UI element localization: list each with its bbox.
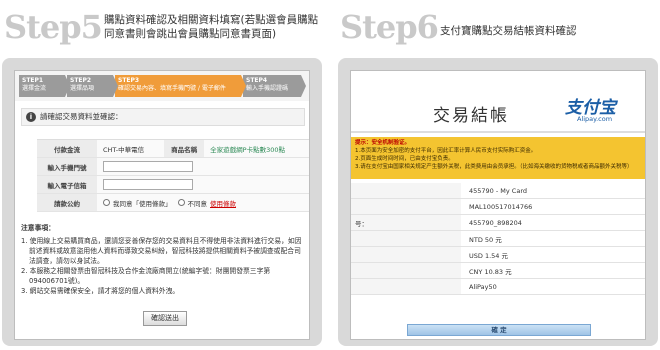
- product-label: 商品名稱: [164, 140, 205, 157]
- notice-box: 提示：安全机制验证。 1.本页面为安全加密的支付平台，因此汇率计算人民币支付实际…: [351, 137, 645, 179]
- step5-screenshot-frame: STEP1 選擇金流 STEP2 選擇品項 STEP3 確認交易內容、填寫手機門…: [2, 58, 322, 346]
- step-number: STEP4: [246, 77, 268, 84]
- confirm-prompt-bar: i 請確認交易資料並確認：: [21, 108, 305, 126]
- payment-label: 付款金流: [37, 140, 97, 157]
- step-label: 選擇品項: [70, 84, 95, 92]
- table-row: 号： 455790_898204: [351, 215, 645, 231]
- row-value: 455790 - My Card: [469, 186, 528, 195]
- step-number: STEP1: [22, 77, 44, 84]
- notes-section: 注意事項： 1. 使用線上交易購買商品，還請您妥善保存您的交易資料且不得使用非法…: [21, 223, 307, 296]
- alipay-checkout-page: 交易結帳 支付宝 Alipay.com 提示：安全机制验证。 1.本页面为安全加…: [350, 70, 646, 340]
- email-input[interactable]: [103, 179, 193, 190]
- step-number: STEP2: [70, 77, 92, 84]
- alipay-url: Alipay.com: [577, 115, 613, 123]
- table-row: MAL100517014766: [351, 199, 645, 215]
- step6-description: 支付寶購點交易結帳資料確認: [440, 25, 577, 37]
- header-divider: [351, 131, 645, 133]
- payment-value: CHT-中華電信: [103, 145, 145, 154]
- checkout-title: 交易結帳: [433, 106, 509, 126]
- row-label: [351, 231, 461, 246]
- note-item: 3. 網站交易需確保安全，請才將您的個人資料外洩。: [21, 287, 180, 295]
- agreement-row: 請款公約 我同意「使用條款」 不同意 使用條款: [37, 194, 309, 212]
- notice-line: 提示：安全机制验证。: [355, 140, 411, 146]
- product-value: 全家遊戲網P卡點數300點: [210, 145, 285, 154]
- table-row: NTD 50 元: [351, 231, 645, 247]
- disagree-option-label: 不同意: [187, 199, 208, 208]
- phone-input[interactable]: [103, 161, 193, 172]
- row-value: NTD 50 元: [469, 235, 502, 244]
- note-item: 2. 本服務之相關發票由智冠科技及合作金流廠商開立(統編字號：財團開發票三字第0…: [21, 267, 271, 285]
- alipay-confirm-button[interactable]: 確 定: [407, 324, 591, 336]
- row-value: AliPay50: [469, 282, 497, 291]
- row-label: [351, 263, 461, 278]
- row-value: MAL100517014766: [469, 202, 533, 211]
- purchase-confirm-page: STEP1 選擇金流 STEP2 選擇品項 STEP3 確認交易內容、填寫手機門…: [14, 70, 310, 340]
- step6-title: Step6: [340, 8, 439, 46]
- notes-title: 注意事項：: [21, 224, 55, 232]
- step-number: STEP3: [118, 77, 140, 84]
- progress-step-4: STEP4 輸入手機認證碼: [243, 75, 306, 97]
- disagree-radio[interactable]: [177, 199, 185, 206]
- table-row: 455790 - My Card: [351, 183, 645, 199]
- agree-option-label: 我同意「使用條款」: [113, 199, 172, 208]
- phone-label: 輸入手機門號: [37, 158, 97, 175]
- row-label: [351, 183, 461, 198]
- row-label: [351, 247, 461, 262]
- step5-title: Step5: [4, 8, 103, 46]
- progress-step-3: STEP3 確認交易內容、填寫手機門號 / 電子郵件: [115, 75, 246, 97]
- row-value: CNY 10.83 元: [469, 267, 512, 276]
- step6-screenshot-frame: 交易結帳 支付宝 Alipay.com 提示：安全机制验证。 1.本页面为安全加…: [338, 58, 658, 346]
- notice-line: 3.请在支付宝由国家相关规定产生额外关税，此类费用由会员承担。（比如海关缴收的货…: [355, 164, 633, 170]
- table-row: AliPay50: [351, 279, 645, 295]
- agree-radio[interactable]: [103, 199, 110, 206]
- payment-row: 付款金流 CHT-中華電信 商品名稱 全家遊戲網P卡點數300點: [37, 140, 309, 158]
- step-label: 輸入手機認證碼: [246, 84, 289, 92]
- row-label: 号：: [351, 215, 461, 230]
- confirm-prompt-text: 請確認交易資料並確認：: [40, 112, 123, 121]
- info-icon: i: [26, 112, 36, 122]
- confirm-submit-button[interactable]: 確認送出: [143, 311, 187, 326]
- row-label: [351, 199, 461, 214]
- agreement-label: 請款公約: [37, 194, 97, 211]
- step5-description: 購點資料確認及相關資料填寫(若點選會員購點同意書則會跳出會員購點同意書頁面): [104, 14, 319, 40]
- notice-line: 1.本页面为安全加密的支付平台，因此汇率计算人民币支付实际购汇资金。: [355, 148, 537, 154]
- email-label: 輸入電子信箱: [37, 176, 97, 193]
- step-label: 選擇金流: [22, 84, 47, 92]
- table-row: CNY 10.83 元: [351, 263, 645, 279]
- progress-step-2: STEP2 選擇品項: [67, 75, 118, 97]
- progress-step-1: STEP1 選擇金流: [19, 75, 70, 97]
- notice-line: 2.页面生成时间时间，已由支付宝负责。: [355, 156, 454, 162]
- table-row: USD 1.54 元: [351, 247, 645, 263]
- step-label: 確認交易內容、填寫手機門號 / 電子郵件: [118, 84, 226, 92]
- purchase-form: 付款金流 CHT-中華電信 商品名稱 全家遊戲網P卡點數300點 輸入手機門號 …: [37, 139, 309, 212]
- progress-steps: STEP1 選擇金流 STEP2 選擇品項 STEP3 確認交易內容、填寫手機門…: [15, 71, 309, 101]
- note-item: 1. 使用線上交易購買商品，還請您妥善保存您的交易資料且不得使用非法資料進行交易…: [21, 237, 302, 265]
- payment-details-table: 455790 - My Card MAL100517014766 号： 4557…: [351, 183, 645, 295]
- phone-row: 輸入手機門號: [37, 158, 309, 176]
- row-value: 455790_898204: [469, 218, 522, 227]
- row-value: USD 1.54 元: [469, 251, 508, 260]
- email-row: 輸入電子信箱: [37, 176, 309, 194]
- row-label: [351, 279, 461, 294]
- terms-link[interactable]: 使用條款: [210, 198, 236, 208]
